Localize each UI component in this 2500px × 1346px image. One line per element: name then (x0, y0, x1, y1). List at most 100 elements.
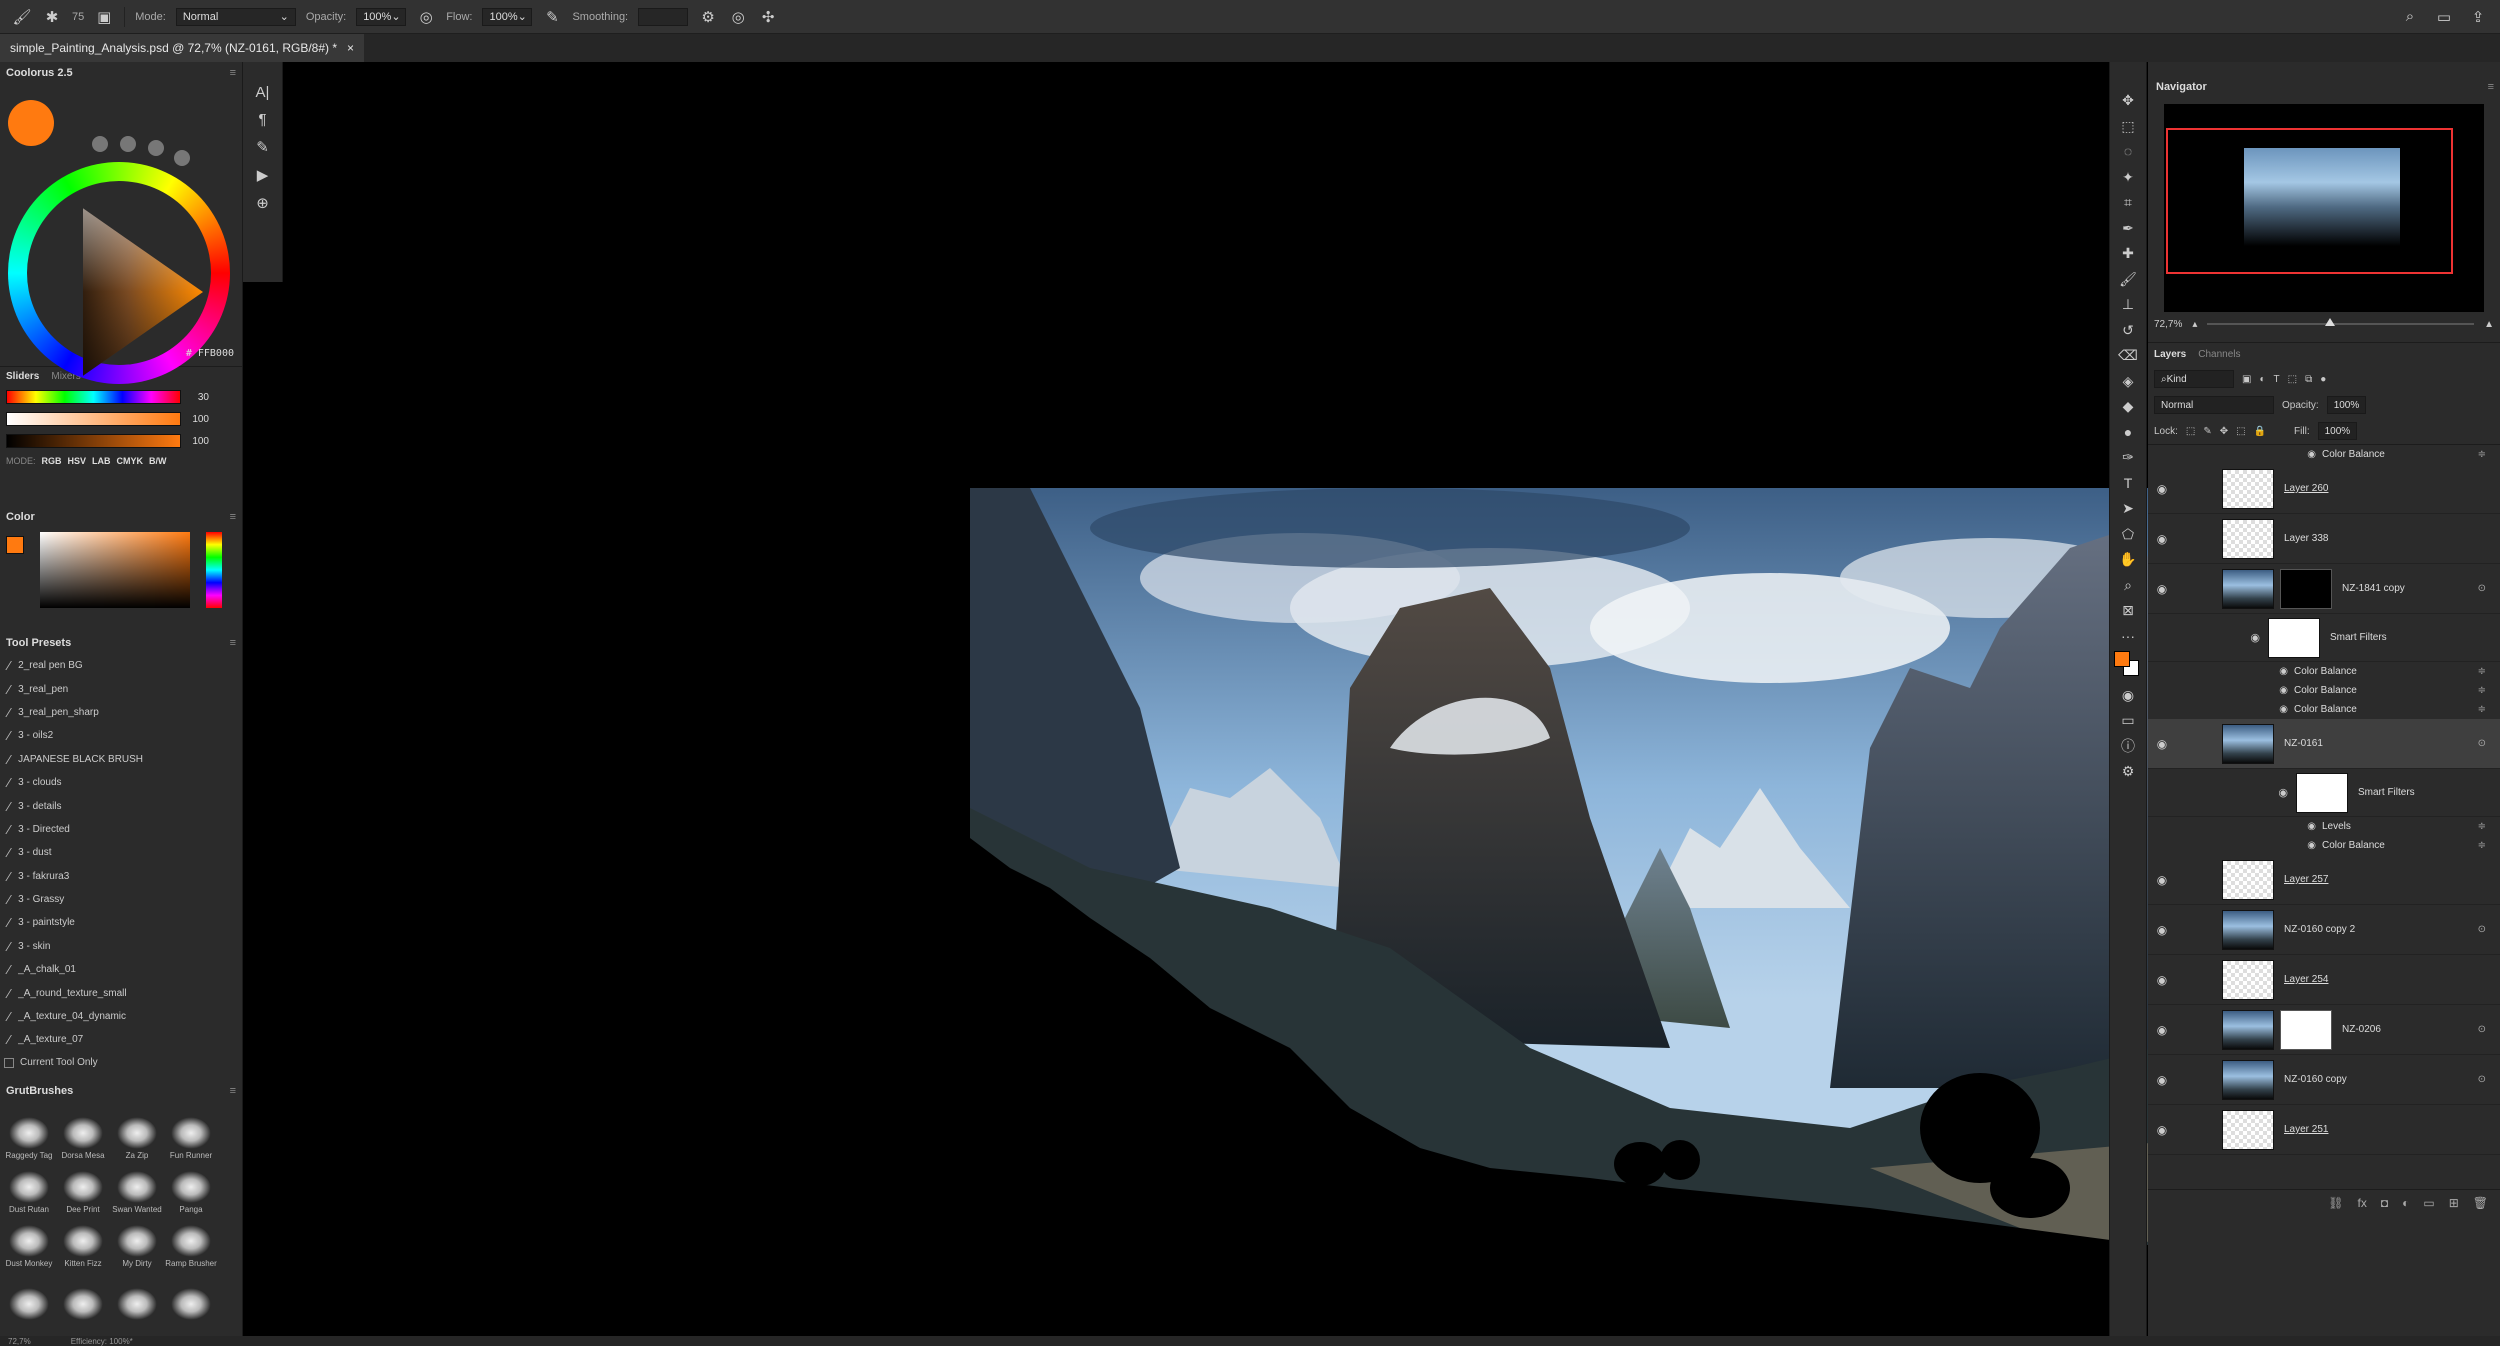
filter-toggle-icon[interactable]: ● (2320, 374, 2326, 385)
smart-filter-mask-thumbnail[interactable] (2296, 772, 2348, 813)
quick-mask-icon[interactable]: ◉ (2122, 685, 2134, 705)
tab-channels[interactable]: Channels (2198, 349, 2240, 360)
smoothing-field[interactable] (638, 7, 689, 26)
brush-preset-cell[interactable] (4, 1270, 54, 1322)
color-picker-field[interactable] (0, 528, 242, 620)
brush-preset-cell[interactable]: Dust Rutan (4, 1162, 54, 1214)
visibility-eye-icon[interactable]: ◉ (2176, 685, 2288, 696)
dodge-tool-icon[interactable]: ● (2124, 422, 2132, 442)
filter-options-icon[interactable]: ≑ (2478, 704, 2486, 715)
layer-row[interactable]: ◉ Layer 251 (2148, 1105, 2500, 1155)
hex-value[interactable]: # FFB000 (186, 348, 234, 359)
smart-filters-row[interactable]: ◉ Smart Filters (2148, 614, 2500, 662)
saturation-slider[interactable]: 100 (0, 408, 242, 430)
tool-preset-item[interactable]: ⁄ _A_texture_04_dynamic (0, 1005, 242, 1028)
visibility-eye-icon[interactable]: ◉ (2148, 532, 2176, 546)
layer-kind-filter[interactable]: ⌕ Kind (2154, 370, 2234, 388)
brightness-value[interactable]: 100 (185, 436, 209, 447)
visibility-eye-icon[interactable]: ◉ (2176, 704, 2288, 715)
foreground-color-swatch[interactable] (2114, 651, 2130, 667)
preset-circle-icon[interactable] (92, 136, 108, 152)
mode-cmyk[interactable]: CMYK (117, 456, 144, 466)
layer-name[interactable]: NZ-0161 (2284, 738, 2323, 749)
smart-object-icon[interactable]: ⊙ (2478, 924, 2486, 935)
smart-object-filter-icon[interactable]: ⧉ (2305, 374, 2312, 385)
preset-circle-icon[interactable] (148, 140, 164, 156)
tool-preset-item[interactable]: ⁄ 3 - paintstyle (0, 911, 242, 934)
filter-effect-row[interactable]: ◉ Levels ≑ (2148, 817, 2500, 836)
tool-preset-item[interactable]: ⁄ 3 - fakrura3 (0, 865, 242, 888)
plugin-icon[interactable]: ⚙ (2122, 761, 2135, 781)
layer-name[interactable]: NZ-0206 (2342, 1024, 2381, 1035)
navigator-preview[interactable] (2164, 104, 2484, 312)
share-icon[interactable]: ⇪ (2468, 8, 2488, 26)
panel-menu-icon[interactable]: ≡ (230, 67, 236, 79)
visibility-eye-icon[interactable]: ◉ (2148, 582, 2176, 596)
layer-thumbnail[interactable] (2222, 568, 2274, 609)
pen-tool-icon[interactable]: ✑ (2122, 447, 2134, 467)
rotate-view-icon[interactable]: ⊠ (2122, 600, 2134, 620)
brush-preset-cell[interactable]: Swan Wanted (112, 1162, 162, 1214)
layer-mask-thumbnail[interactable] (2280, 568, 2332, 609)
smart-filters-row[interactable]: ◉ Smart Filters (2148, 769, 2500, 817)
pixel-filter-icon[interactable]: ▣ (2242, 374, 2251, 385)
trash-icon[interactable]: 🗑 (2473, 1196, 2488, 1210)
filter-options-icon[interactable]: ≑ (2478, 449, 2486, 460)
crop-tool-icon[interactable]: ⌗ (2124, 192, 2132, 212)
visibility-eye-icon[interactable]: ◉ (2148, 1023, 2176, 1037)
eraser-tool-icon[interactable]: ⌫ (2118, 345, 2138, 365)
adjustment-icon[interactable]: ⊕ (256, 194, 269, 212)
filter-options-icon[interactable]: ≑ (2478, 666, 2486, 677)
info-icon[interactable]: ⓘ (2121, 736, 2135, 756)
layer-row[interactable]: ◉ Layer 257 (2148, 855, 2500, 905)
type-tool-icon[interactable]: T (2124, 473, 2133, 493)
layer-name[interactable]: Layer 260 (2284, 483, 2328, 494)
layer-mask-thumbnail[interactable] (2280, 1009, 2332, 1050)
current-tool-only-checkbox[interactable] (4, 1057, 14, 1068)
tool-preset-item[interactable]: ⁄ 3_real_pen (0, 677, 242, 700)
layer-row[interactable]: ◉ NZ-0160 copy 2 ⊙ (2148, 905, 2500, 955)
layer-row[interactable]: ◉ NZ-1841 copy ⊙ (2148, 564, 2500, 614)
brush-preset-cell[interactable]: Kitten Fizz (58, 1216, 108, 1268)
hand-tool-icon[interactable]: ✋ (2119, 549, 2136, 569)
tool-preset-item[interactable]: ⁄ 3 - Grassy (0, 888, 242, 911)
layer-name[interactable]: Layer 251 (2284, 1124, 2328, 1135)
hue-slider[interactable]: 30 (0, 386, 242, 408)
pressure-opacity-icon[interactable]: ◎ (416, 8, 436, 26)
layer-thumbnail[interactable] (2222, 1059, 2274, 1100)
layer-name[interactable]: Levels (2322, 821, 2351, 832)
screen-mode-icon[interactable]: ▭ (2121, 710, 2134, 730)
brush-preset-picker-icon[interactable]: ✱ (42, 8, 62, 26)
layer-name[interactable]: NZ-1841 copy (2342, 583, 2405, 594)
tool-preset-item[interactable]: ⁄ 3 - oils2 (0, 724, 242, 747)
tool-preset-item[interactable]: ⁄ _A_texture_07 (0, 1028, 242, 1051)
layer-name[interactable]: NZ-0160 copy (2284, 1074, 2347, 1085)
layer-opacity-field[interactable]: 100% (2326, 396, 2367, 414)
clone-stamp-icon[interactable]: ⊥ (2122, 294, 2134, 314)
navigator-zoom-value[interactable]: 72,7% (2154, 319, 2182, 330)
filter-effect-row[interactable]: ◉ Color Balance ≑ (2148, 662, 2500, 681)
layer-row[interactable]: ◉ NZ-0160 copy ⊙ (2148, 1055, 2500, 1105)
tool-preset-item[interactable]: ⁄ 3_real_pen_sharp (0, 701, 242, 724)
blur-tool-icon[interactable]: ◆ (2123, 396, 2134, 416)
tool-preset-item[interactable]: ⁄ 3 - skin (0, 935, 242, 958)
layer-name[interactable]: Color Balance (2294, 685, 2357, 696)
color-swatches[interactable] (2114, 651, 2142, 679)
more-tools-icon[interactable]: ··· (2121, 626, 2135, 646)
layer-row[interactable]: ◉ NZ-0161 ⊙ (2148, 719, 2500, 769)
opacity-field[interactable]: 100% ⌄ (356, 7, 407, 26)
adjustment-filter-icon[interactable]: ◐ (2259, 374, 2265, 385)
brush-settings-icon[interactable]: ✎ (256, 138, 269, 156)
brush-preset-cell[interactable]: Ramp Brusher (165, 1216, 217, 1268)
brightness-slider[interactable]: 100 (0, 430, 242, 452)
shape-filter-icon[interactable]: ⬚ (2288, 374, 2297, 385)
layer-row[interactable]: ◉ Layer 254 (2148, 955, 2500, 1005)
layer-name[interactable]: Layer 257 (2284, 874, 2328, 885)
smart-object-icon[interactable]: ⊙ (2478, 1074, 2486, 1085)
layer-thumbnail[interactable] (2222, 1009, 2274, 1050)
history-brush-icon[interactable]: ↺ (2122, 320, 2134, 340)
canvas-area[interactable] (284, 62, 2318, 1340)
layer-thumbnail[interactable] (2222, 959, 2274, 1000)
layer-row[interactable]: ◉ NZ-0206 ⊙ (2148, 1005, 2500, 1055)
layer-thumbnail[interactable] (2222, 723, 2274, 764)
